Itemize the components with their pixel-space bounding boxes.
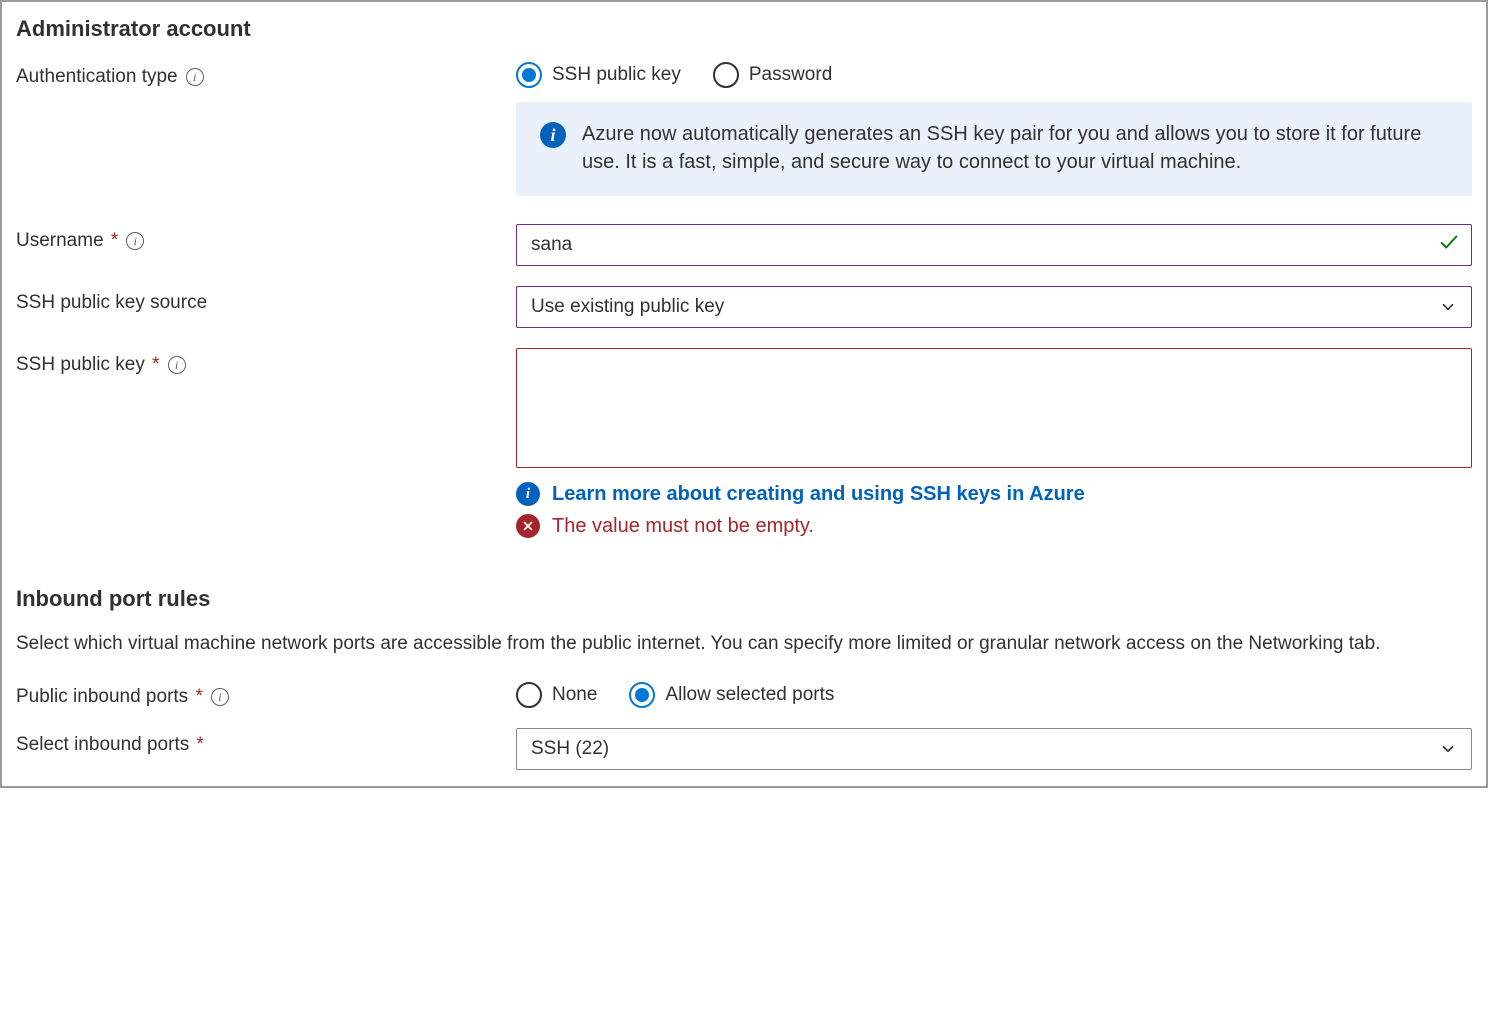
learn-more-link[interactable]: Learn more about creating and using SSH … (552, 483, 1085, 506)
label-public-key: SSH public key * i (16, 348, 516, 376)
info-icon[interactable]: i (186, 68, 204, 86)
public-inbound-radio-group: None Allow selected ports (516, 680, 1472, 708)
required-indicator: * (191, 734, 204, 755)
radio-allow-selected[interactable]: Allow selected ports (629, 682, 834, 708)
public-inbound-field: None Allow selected ports (516, 680, 1472, 708)
info-icon[interactable]: i (168, 356, 186, 374)
select-ports-label-text: Select inbound ports * (16, 734, 204, 756)
row-select-ports: Select inbound ports * SSH (22) (16, 728, 1472, 770)
row-public-inbound: Public inbound ports * i None Allow sele… (16, 680, 1472, 708)
public-key-label-text: SSH public key * (16, 354, 160, 376)
username-field (516, 224, 1472, 266)
auth-type-radio-group: SSH public key Password (516, 60, 1472, 88)
ports-description: Select which virtual machine network por… (16, 630, 1472, 658)
label-auth-type: Authentication type i (16, 60, 516, 88)
chevron-down-icon (1439, 298, 1457, 316)
required-indicator: * (147, 354, 160, 375)
ssh-info-text: Azure now automatically generates an SSH… (582, 120, 1450, 176)
public-key-error: The value must not be empty. (516, 514, 1472, 538)
username-input-wrap (516, 224, 1472, 266)
select-ports-value: SSH (22) (531, 738, 609, 760)
username-input[interactable] (516, 224, 1472, 266)
admin-account-panel: Administrator account Authentication typ… (0, 0, 1488, 788)
radio-indicator (713, 62, 739, 88)
radio-indicator (629, 682, 655, 708)
error-icon (516, 514, 540, 538)
label-key-source: SSH public key source (16, 286, 516, 314)
public-inbound-label-inner: Public inbound ports (16, 686, 188, 707)
radio-label: Allow selected ports (665, 684, 834, 706)
radio-indicator (516, 682, 542, 708)
select-ports-dropdown[interactable]: SSH (22) (516, 728, 1472, 770)
info-icon: i (516, 482, 540, 506)
public-key-label-inner: SSH public key (16, 354, 145, 375)
row-auth-type: Authentication type i SSH public key Pas… (16, 60, 1472, 196)
select-ports-field: SSH (22) (516, 728, 1472, 770)
label-public-inbound: Public inbound ports * i (16, 680, 516, 708)
auth-type-label-text: Authentication type (16, 66, 178, 88)
error-text: The value must not be empty. (552, 515, 814, 538)
public-inbound-label-text: Public inbound ports * (16, 686, 203, 708)
row-username: Username * i (16, 224, 1472, 266)
radio-none[interactable]: None (516, 682, 597, 708)
row-public-key: SSH public key * i i Learn more about cr… (16, 348, 1472, 538)
username-label-text: Username * (16, 230, 118, 252)
ssh-info-callout: i Azure now automatically generates an S… (516, 102, 1472, 196)
key-source-select[interactable]: Use existing public key (516, 286, 1472, 328)
info-icon[interactable]: i (211, 688, 229, 706)
label-select-ports: Select inbound ports * (16, 728, 516, 756)
key-source-label-text: SSH public key source (16, 292, 207, 314)
select-ports-label-inner: Select inbound ports (16, 734, 189, 755)
info-icon: i (540, 122, 566, 148)
checkmark-icon (1438, 231, 1460, 259)
radio-label: None (552, 684, 597, 706)
required-indicator: * (106, 230, 119, 251)
public-key-help: i Learn more about creating and using SS… (516, 482, 1472, 506)
username-label-inner: Username (16, 230, 104, 251)
public-key-textarea[interactable] (516, 348, 1472, 468)
public-key-field: i Learn more about creating and using SS… (516, 348, 1472, 538)
section-heading-admin: Administrator account (16, 16, 1472, 42)
key-source-field: Use existing public key (516, 286, 1472, 328)
key-source-value: Use existing public key (531, 296, 724, 318)
radio-label: SSH public key (552, 64, 681, 86)
row-key-source: SSH public key source Use existing publi… (16, 286, 1472, 328)
chevron-down-icon (1439, 740, 1457, 758)
radio-label: Password (749, 64, 832, 86)
info-icon[interactable]: i (126, 232, 144, 250)
radio-indicator (516, 62, 542, 88)
required-indicator: * (190, 686, 203, 707)
radio-ssh-public-key[interactable]: SSH public key (516, 62, 681, 88)
section-heading-ports: Inbound port rules (16, 586, 1472, 612)
label-username: Username * i (16, 224, 516, 252)
radio-password[interactable]: Password (713, 62, 832, 88)
auth-type-field: SSH public key Password i Azure now auto… (516, 60, 1472, 196)
